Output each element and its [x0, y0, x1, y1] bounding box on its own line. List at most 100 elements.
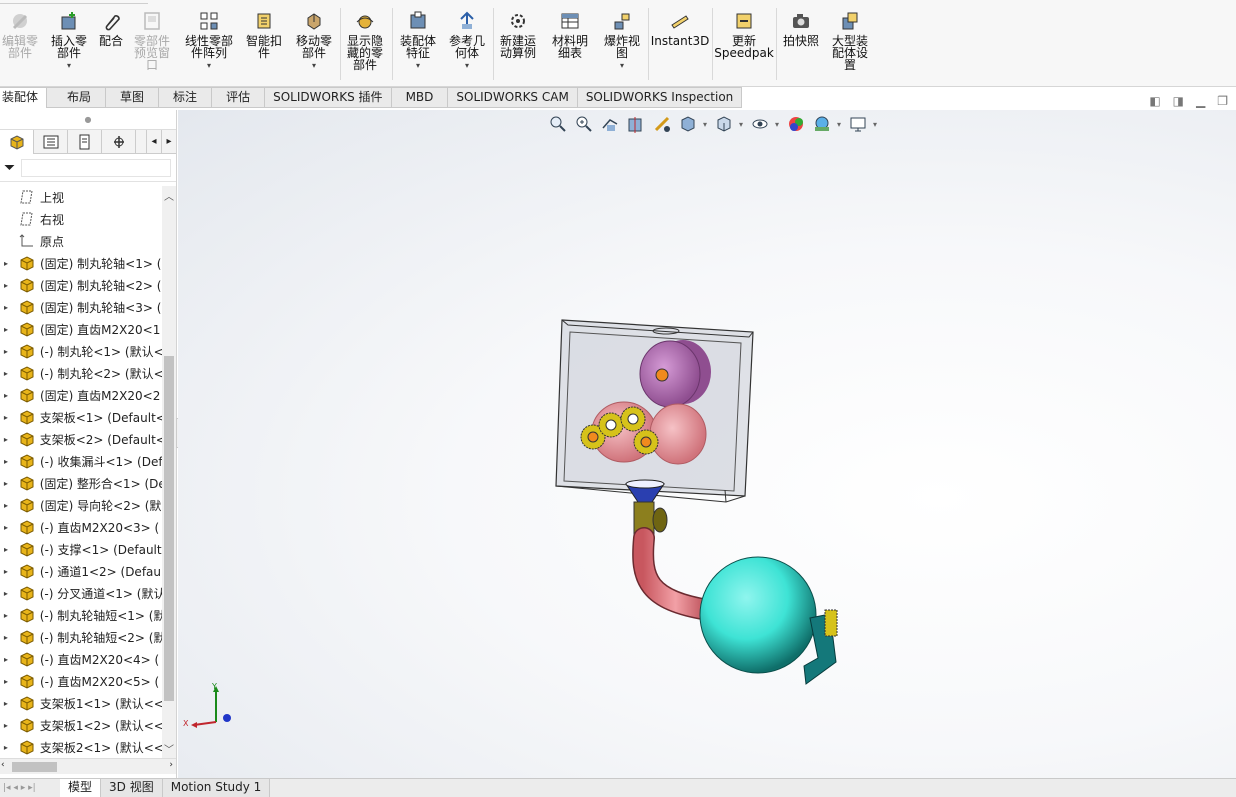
tree-item-component[interactable]: ▸ 支架板<1> (Default<	[0, 406, 162, 428]
expand-arrow-icon[interactable]: ▸	[1, 347, 11, 356]
panel-left-icon[interactable]: ◧	[1149, 94, 1160, 108]
insert-component-dropdown-icon[interactable]: ▾	[67, 62, 71, 70]
tab-motion-study-1[interactable]: Motion Study 1	[162, 779, 271, 797]
expand-arrow-icon[interactable]: ▸	[1, 677, 11, 686]
insert-component-button[interactable]: 插入零 部件 ▾	[47, 10, 91, 70]
reference-geometry-button[interactable]: 参考几 何体 ▾	[445, 10, 489, 70]
view-orientation-icon[interactable]: ▾	[678, 114, 707, 134]
pill-wheel-pink-right[interactable]	[649, 403, 707, 465]
expand-arrow-icon[interactable]: ▸	[1, 325, 11, 334]
linear-pattern-dropdown-icon[interactable]: ▾	[207, 62, 211, 70]
previous-view-icon[interactable]	[600, 114, 620, 134]
expand-arrow-icon[interactable]: ▸	[1, 413, 11, 422]
tree-item-component[interactable]: ▸ 支架板1<1> (默认<<	[0, 692, 162, 714]
edit-appearance-icon[interactable]	[786, 114, 806, 134]
update-speedpak-button[interactable]: 更新 Speedpak	[714, 10, 774, 59]
tree-item-component[interactable]: ▸ (-) 直齿M2X20<5> (	[0, 670, 162, 692]
expand-arrow-icon[interactable]: ▸	[1, 369, 11, 378]
vertical-scroll-thumb[interactable]	[164, 356, 174, 701]
configuration-manager-tab-icon[interactable]	[68, 130, 102, 154]
tree-item-component[interactable]: ▸ (-) 直齿M2X20<3> (	[0, 516, 162, 538]
tab-markup[interactable]: 标注	[159, 87, 213, 108]
expand-arrow-icon[interactable]: ▸	[1, 545, 11, 554]
assembly-features-button[interactable]: 装配体 特征 ▾	[396, 10, 440, 70]
expand-arrow-icon[interactable]: ▸	[1, 501, 11, 510]
dimxpert-tab-icon[interactable]	[102, 130, 136, 154]
assembly-features-dropdown-icon[interactable]: ▾	[416, 62, 420, 70]
section-view-icon[interactable]	[626, 114, 646, 134]
hide-show-items-icon[interactable]: ▾	[750, 114, 779, 134]
tree-item-component[interactable]: ▸ (固定) 制丸轮轴<2> (	[0, 274, 162, 296]
restore-icon[interactable]: ❐	[1217, 94, 1228, 108]
reference-geometry-dropdown-icon[interactable]: ▾	[465, 62, 469, 70]
tree-item-component[interactable]: ▸ 支架板<2> (Default<	[0, 428, 162, 450]
tree-item-component[interactable]: ▸ (固定) 导向轮<2> (默	[0, 494, 162, 516]
tree-item-component[interactable]: ▸ (固定) 直齿M2X20<1	[0, 318, 162, 340]
apply-scene-icon[interactable]: ▾	[812, 114, 841, 134]
expand-arrow-icon[interactable]: ▸	[1, 457, 11, 466]
expand-arrow-icon[interactable]: ▸	[1, 281, 11, 290]
tree-item-component[interactable]: ▸ (-) 制丸轮轴短<2> (默	[0, 626, 162, 648]
bill-of-materials-button[interactable]: 材料明 细表	[548, 10, 592, 59]
feature-tree-tab-icon[interactable]	[0, 130, 34, 154]
expand-arrow-icon[interactable]: ▸	[1, 435, 11, 444]
panel-grip-icon[interactable]: ●	[0, 110, 176, 130]
tree-item-component[interactable]: ▸ (-) 支撑<1> (Default	[0, 538, 162, 560]
horizontal-scroll-thumb[interactable]	[12, 762, 57, 772]
scroll-up-icon[interactable]: ︿	[162, 188, 176, 203]
expand-arrow-icon[interactable]: ▸	[1, 699, 11, 708]
scroll-left-icon[interactable]: ‹	[1, 760, 5, 770]
exploded-view-button[interactable]: 爆炸视 图 ▾	[600, 10, 644, 70]
tree-item-origin[interactable]: 原点	[0, 230, 162, 252]
expand-arrow-icon[interactable]: ▸	[1, 589, 11, 598]
expand-arrow-icon[interactable]: ▸	[1, 567, 11, 576]
tab-solidworks-cam[interactable]: SOLIDWORKS CAM	[448, 87, 578, 108]
graphics-area[interactable]: Y X	[178, 110, 1236, 778]
tree-item-component[interactable]: ▸ (固定) 整形合<1> (De	[0, 472, 162, 494]
minimize-icon[interactable]: ▁	[1196, 94, 1205, 108]
panel-right-icon[interactable]: ◨	[1173, 94, 1184, 108]
scroll-right-icon[interactable]: ›	[169, 760, 173, 770]
tree-item-component[interactable]: ▸ (-) 制丸轮<2> (默认<	[0, 362, 162, 384]
expand-arrow-icon[interactable]: ▸	[1, 655, 11, 664]
tab-assembly[interactable]: 装配体	[0, 87, 48, 108]
tree-item-component[interactable]: ▸ (-) 收集漏斗<1> (Def	[0, 450, 162, 472]
smart-fasteners-button[interactable]: 智能扣 件	[242, 10, 286, 59]
edit-component-button[interactable]: 编辑零 部件	[0, 10, 40, 59]
tree-item-component[interactable]: ▸ (-) 通道1<2> (Defaul	[0, 560, 162, 582]
tab-mbd[interactable]: MBD	[391, 87, 449, 108]
tab-solidworks-addins[interactable]: SOLIDWORKS 插件	[265, 87, 392, 108]
tree-item-component[interactable]: ▸ (-) 直齿M2X20<4> (	[0, 648, 162, 670]
tree-item-component[interactable]: ▸ (-) 制丸轮轴短<1> (默	[0, 604, 162, 626]
tree-item-component[interactable]: ▸ (固定) 制丸轮轴<1> (	[0, 252, 162, 274]
display-style-icon[interactable]: ▾	[714, 114, 743, 134]
tabs-scroll-left-icon[interactable]: ◂	[146, 130, 161, 153]
tab-solidworks-inspection[interactable]: SOLIDWORKS Inspection	[577, 87, 743, 108]
tree-horizontal-scrollbar[interactable]: ‹ ›	[0, 758, 176, 774]
tree-item-component[interactable]: ▸ (固定) 制丸轮轴<3> (	[0, 296, 162, 318]
expand-arrow-icon[interactable]: ▸	[1, 743, 11, 752]
instant3d-button[interactable]: Instant3D	[651, 10, 709, 47]
linear-component-pattern-button[interactable]: 线性零部 件阵列 ▾	[182, 10, 236, 70]
expand-arrow-icon[interactable]: ▸	[1, 523, 11, 532]
tree-vertical-scrollbar[interactable]: ︿ ﹀	[162, 186, 176, 758]
tree-item-top-plane[interactable]: 上视	[0, 186, 162, 208]
dynamic-annotation-icon[interactable]	[652, 114, 672, 134]
large-assembly-settings-button[interactable]: 大型装 配体设 置	[828, 10, 872, 71]
component-preview-window-button[interactable]: 零部件 预览窗 口	[130, 10, 174, 71]
tree-item-component[interactable]: ▸ 支架板1<2> (默认<<	[0, 714, 162, 736]
exploded-view-dropdown-icon[interactable]: ▾	[620, 62, 624, 70]
expand-arrow-icon[interactable]: ▸	[1, 303, 11, 312]
tree-item-component[interactable]: ▸ (-) 制丸轮<1> (默认<	[0, 340, 162, 362]
expand-arrow-icon[interactable]: ▸	[1, 391, 11, 400]
expand-arrow-icon[interactable]: ▸	[1, 611, 11, 620]
new-motion-study-button[interactable]: 新建运 动算例	[496, 10, 540, 59]
tree-item-component[interactable]: ▸ (固定) 直齿M2X20<2	[0, 384, 162, 406]
property-manager-tab-icon[interactable]	[34, 130, 68, 154]
tab-3d-views[interactable]: 3D 视图	[101, 779, 163, 797]
view-settings-monitor-icon[interactable]: ▾	[848, 114, 877, 134]
tab-model[interactable]: 模型	[60, 779, 102, 797]
take-snapshot-button[interactable]: 拍快照	[779, 10, 823, 47]
zoom-to-area-icon[interactable]	[574, 114, 594, 134]
tab-sketch[interactable]: 草图	[106, 87, 160, 108]
